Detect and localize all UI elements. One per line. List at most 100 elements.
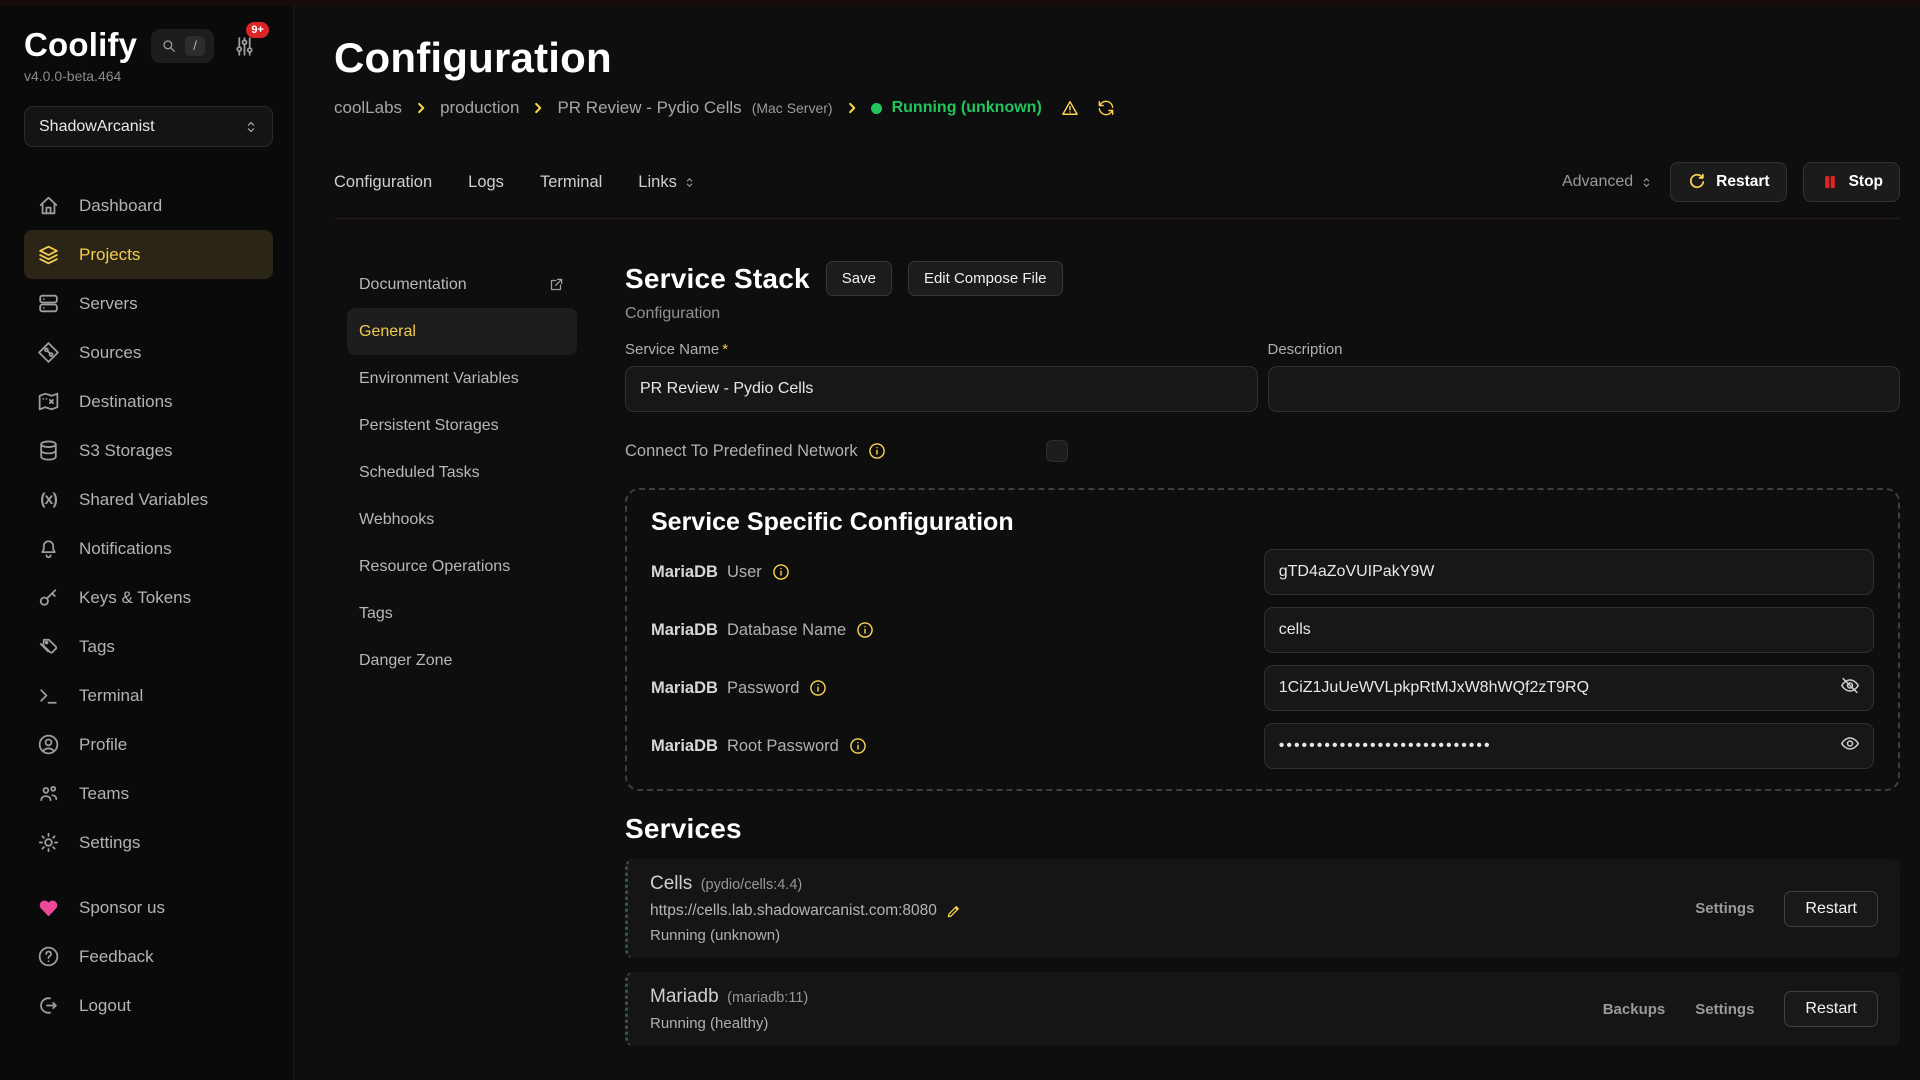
sidebar-item-keys-tokens[interactable]: Keys & Tokens [24,573,273,622]
stop-label: Stop [1849,173,1883,191]
sidebar-item-notifications[interactable]: Notifications [24,524,273,573]
subnav-label: Documentation [359,276,467,294]
tab-links[interactable]: Links [638,173,697,192]
help-circle-icon [36,944,61,969]
sidebar-item-terminal[interactable]: Terminal [24,671,273,720]
mariadb-password-label: MariaDBPassword [651,678,1238,698]
services-title: Services [625,813,1900,845]
save-button[interactable]: Save [826,261,892,296]
sidebar-item-label: Sponsor us [79,898,165,918]
info-icon[interactable] [848,736,868,756]
edit-compose-file-button[interactable]: Edit Compose File [908,261,1063,296]
search-button[interactable]: / [151,29,214,63]
breadcrumb-resource[interactable]: PR Review - Pydio Cells [557,98,741,118]
tab-logs[interactable]: Logs [468,173,504,192]
sidebar-item-sources[interactable]: Sources [24,328,273,377]
service-image: (pydio/cells:4.4) [701,877,803,893]
breadcrumb-environment[interactable]: production [440,98,519,118]
sidebar-item-logout[interactable]: Logout [24,981,273,1030]
service-config-title: Service Specific Configuration [651,508,1874,537]
show-password-button[interactable] [1839,733,1861,760]
predefined-network-checkbox[interactable] [1046,440,1068,462]
sidebar-item-sponsor[interactable]: Sponsor us [24,883,273,932]
user-circle-icon [36,732,61,757]
tab-links-label: Links [638,173,677,192]
main-content: Configuration coolLabs production PR Rev… [294,0,1920,1080]
home-icon [36,193,61,218]
sidebar-item-label: Sources [79,343,141,363]
sidebar-item-label: Terminal [79,686,143,706]
sidebar-divider-gap [24,867,273,883]
edit-link-icon[interactable] [945,902,963,920]
info-icon[interactable] [855,620,875,640]
tab-configuration[interactable]: Configuration [334,173,432,192]
config-row-password: MariaDBPassword [651,665,1874,711]
hide-password-button[interactable] [1839,675,1861,702]
terminal-icon [36,683,61,708]
sidebar-item-label: Dashboard [79,196,162,216]
sidebar-item-settings[interactable]: Settings [24,818,273,867]
sidebar-item-servers[interactable]: Servers [24,279,273,328]
team-selector[interactable]: ShadowArcanist [24,106,273,147]
service-restart-button[interactable]: Restart [1784,891,1878,927]
info-icon[interactable] [867,441,887,461]
restart-button[interactable]: Restart [1670,162,1786,202]
info-icon[interactable] [808,678,828,698]
service-url-link[interactable]: https://cells.lab.shadowarcanist.com:808… [650,902,937,920]
subnav-item-scheduled-tasks[interactable]: Scheduled Tasks [347,449,577,496]
sidebar-item-destinations[interactable]: Destinations [24,377,273,426]
tab-terminal[interactable]: Terminal [540,173,602,192]
subnav-item-tags[interactable]: Tags [347,590,577,637]
subnav-item-general[interactable]: General [347,308,577,355]
sidebar-item-label: Shared Variables [79,490,208,510]
service-restart-button[interactable]: Restart [1784,991,1878,1027]
subnav-item-persistent-storages[interactable]: Persistent Storages [347,402,577,449]
sidebar-item-teams[interactable]: Teams [24,769,273,818]
sidebar-item-feedback[interactable]: Feedback [24,932,273,981]
service-settings-link[interactable]: Settings [1695,900,1754,917]
warning-triangle-icon[interactable] [1060,98,1080,118]
service-status: Running (unknown) [650,927,963,944]
breadcrumb-project[interactable]: coolLabs [334,98,402,118]
sidebar-item-label: Notifications [79,539,172,559]
subnav-item-resource-operations[interactable]: Resource Operations [347,543,577,590]
variables-icon: (x) [36,491,61,509]
tab-bar: Configuration Logs Terminal Links Advanc… [334,162,1900,219]
subnav-label: Danger Zone [359,652,452,670]
description-input[interactable] [1268,366,1901,412]
restart-label: Restart [1716,173,1769,191]
sidebar-item-shared-variables[interactable]: (x) Shared Variables [24,475,273,524]
mariadb-password-input[interactable] [1264,665,1874,711]
sidebar-item-projects[interactable]: Projects [24,230,273,279]
status-badge: Running (unknown) [892,99,1042,117]
chevron-right-icon [412,99,430,117]
stop-button[interactable]: Stop [1803,162,1900,202]
mariadb-user-input[interactable] [1264,549,1874,595]
service-name-input[interactable] [625,366,1258,412]
refresh-status-icon[interactable] [1096,98,1116,118]
subnav-item-environment-variables[interactable]: Environment Variables [347,355,577,402]
mariadb-database-name-input[interactable] [1264,607,1874,653]
sidebar-item-tags[interactable]: Tags [24,622,273,671]
subnav-item-documentation[interactable]: Documentation [347,261,577,308]
info-icon[interactable] [771,562,791,582]
subnav-label: Tags [359,605,393,623]
sidebar-item-s3-storages[interactable]: S3 Storages [24,426,273,475]
sidebar-item-profile[interactable]: Profile [24,720,273,769]
service-card-cells: Cells (pydio/cells:4.4) https://cells.la… [625,859,1900,958]
mariadb-root-password-input[interactable] [1264,723,1874,769]
advanced-dropdown[interactable]: Advanced [1562,173,1654,191]
service-name-row: Mariadb (mariadb:11) [650,986,808,1008]
subnav-label: Webhooks [359,511,434,529]
required-asterisk: * [722,341,728,358]
search-shortcut-key: / [185,36,205,56]
config-row-database-name: MariaDBDatabase Name [651,607,1874,653]
service-settings-link[interactable]: Settings [1695,1001,1754,1018]
tag-icon [36,634,61,659]
subnav-item-danger-zone[interactable]: Danger Zone [347,637,577,684]
service-backups-link[interactable]: Backups [1603,1001,1666,1018]
subnav-item-webhooks[interactable]: Webhooks [347,496,577,543]
notifications-filter-button[interactable]: 9+ [232,34,257,64]
sidebar-item-label: Feedback [79,947,154,967]
sidebar-item-dashboard[interactable]: Dashboard [24,181,273,230]
